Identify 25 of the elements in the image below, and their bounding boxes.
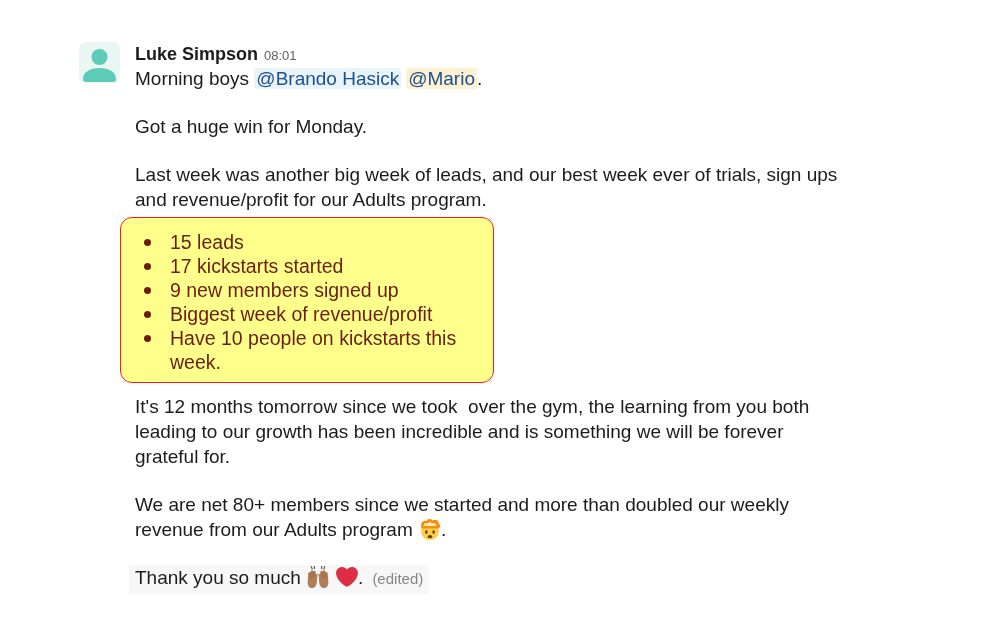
list-item-text: Biggest week of revenue/profit (170, 302, 433, 326)
message-text: Thank you so much . (135, 567, 364, 588)
bullet-icon (144, 286, 151, 294)
edited-label: (edited) (372, 570, 424, 587)
message-text: Last week was another big week of leads, and our best week ever of trials, sign ups and revenue/profit for our Adults program. (135, 164, 838, 210)
bullet-icon (144, 334, 151, 342)
list-item-text: 9 new members signed up (170, 278, 399, 302)
list-item-text: 15 leads (170, 230, 244, 254)
timestamp[interactable]: 08:01 (264, 44, 297, 68)
bullet-icon (144, 238, 151, 246)
message-text: It's 12 months tomorrow since we took over the gym, the learning from you both leading to our growth has been incredible and is something we will be forever grateful for. (135, 396, 810, 467)
mention-link[interactable]: @Brando Hasick (254, 68, 402, 89)
bullet-icon (144, 262, 151, 270)
list-item-text: Have 10 people on kickstarts this week. (170, 326, 457, 374)
exploding-head-icon (419, 518, 442, 540)
list-item-text: 17 kickstarts started (170, 254, 344, 278)
message-text: Morning boys @Brando Hasick @Mario. (135, 68, 483, 89)
avatar-icon (79, 42, 120, 83)
bullet-icon (144, 310, 151, 318)
author-name[interactable]: Luke Simpson (135, 42, 259, 66)
message-text: Got a huge win for Monday. (135, 116, 367, 137)
mention-link[interactable]: @Mario (406, 68, 477, 89)
message-text: We are net 80+ members since we started and more than doubled our weekly revenue from our Adults program . (135, 494, 789, 540)
raised-hands-icon (307, 566, 330, 588)
heart-icon (336, 566, 359, 588)
